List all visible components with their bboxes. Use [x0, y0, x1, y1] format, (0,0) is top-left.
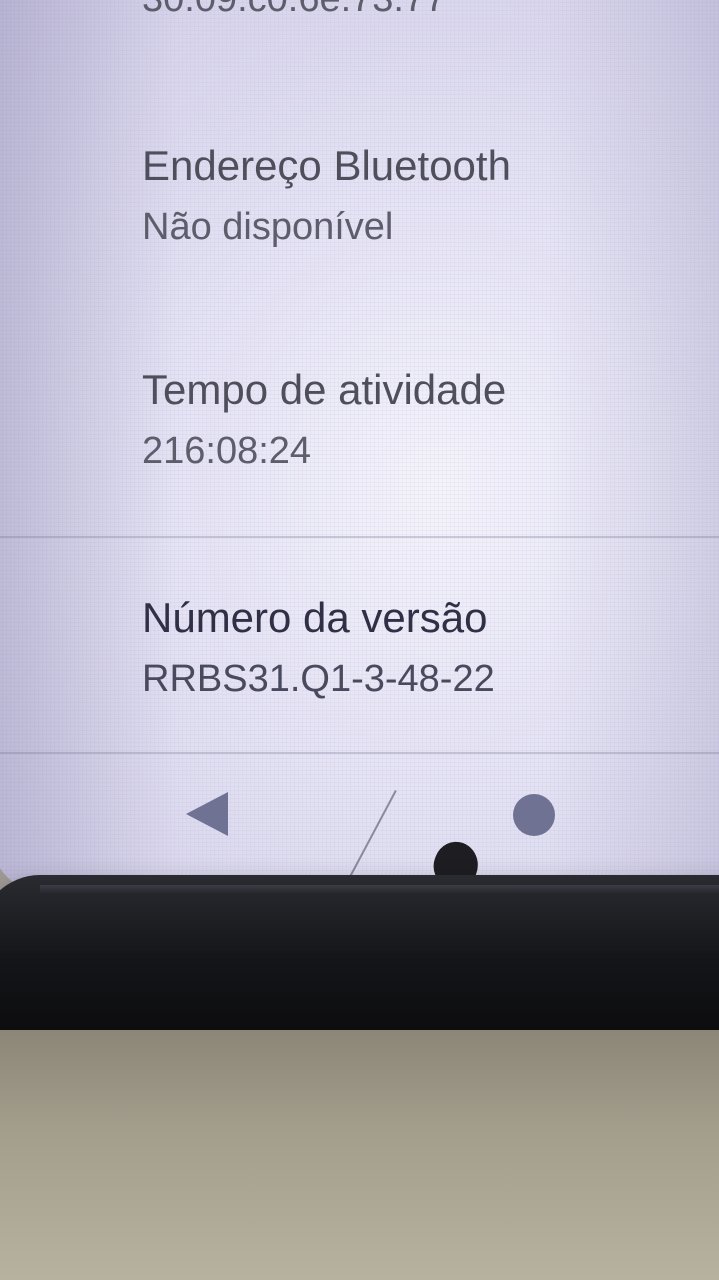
navigation-bar — [0, 760, 719, 870]
bluetooth-address-value: Não disponível — [142, 206, 394, 248]
bezel-edge — [40, 885, 719, 895]
divider — [0, 752, 719, 754]
table-surface — [0, 1030, 719, 1280]
bluetooth-address-item[interactable]: Endereço Bluetooth Não disponível — [142, 142, 511, 250]
back-icon[interactable] — [186, 792, 228, 836]
uptime-item[interactable]: Tempo de atividade 216:08:24 — [142, 366, 506, 474]
mac-address-value: 30:09:c0:6e:73:77 — [142, 0, 446, 22]
build-number-title: Número da versão — [142, 594, 488, 641]
divider — [0, 536, 719, 538]
build-number-item[interactable]: Número da versão RRBS31.Q1-3-48-22 — [142, 594, 495, 702]
photo-scene: 30:09:c0:6e:73:77 Endereço Bluetooth Não… — [0, 0, 719, 1280]
home-icon[interactable] — [513, 794, 555, 836]
build-number-value: RRBS31.Q1-3-48-22 — [142, 658, 495, 700]
phone-bezel — [0, 875, 719, 1030]
uptime-value: 216:08:24 — [142, 430, 312, 472]
mac-address-item[interactable]: 30:09:c0:6e:73:77 — [142, 0, 446, 22]
bluetooth-address-title: Endereço Bluetooth — [142, 142, 511, 189]
uptime-title: Tempo de atividade — [142, 366, 507, 413]
phone-screen: 30:09:c0:6e:73:77 Endereço Bluetooth Não… — [0, 0, 719, 895]
